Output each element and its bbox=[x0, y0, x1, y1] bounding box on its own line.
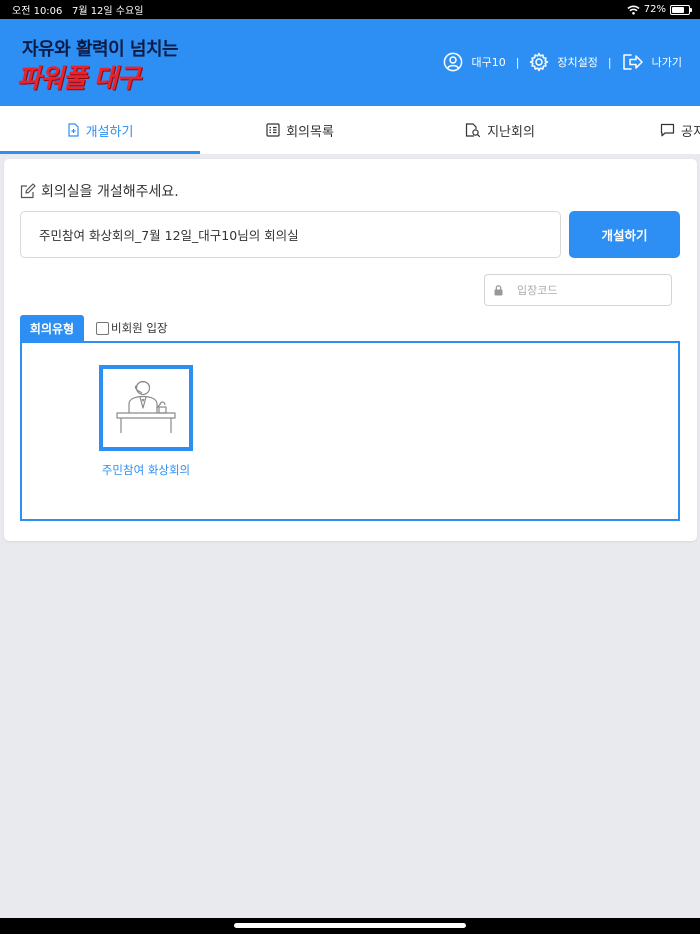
tab-notice-label: 공지 bbox=[681, 124, 700, 140]
device-settings-button[interactable]: 장치설정 bbox=[529, 52, 598, 72]
tab-past-meetings-label: 지난회의 bbox=[487, 124, 535, 140]
exit-label: 나가기 bbox=[651, 56, 682, 69]
header-separator: | bbox=[515, 55, 520, 69]
user-profile-button[interactable]: 대구10 bbox=[443, 52, 506, 72]
guest-entry-checkbox[interactable]: 비회원 입장 bbox=[96, 320, 168, 336]
meeting-type-panel: 주민참여 화상회의 bbox=[20, 341, 680, 521]
guest-entry-label: 비회원 입장 bbox=[111, 321, 168, 335]
tab-meeting-list[interactable]: 회의목록 bbox=[200, 106, 400, 154]
wifi-icon bbox=[627, 5, 640, 15]
open-meeting-button[interactable]: 개설하기 bbox=[569, 211, 680, 258]
entry-code-field[interactable] bbox=[484, 274, 672, 306]
header-menu: 대구10 | 장치설정 | 나가기 bbox=[443, 52, 682, 72]
home-indicator[interactable] bbox=[234, 923, 466, 928]
room-name-input[interactable] bbox=[20, 211, 561, 258]
create-title: 회의실을 개설해주세요. bbox=[20, 181, 179, 201]
tab-create-label: 개설하기 bbox=[85, 124, 134, 140]
edit-icon bbox=[20, 183, 36, 199]
battery-fill bbox=[672, 6, 684, 13]
user-name: 대구10 bbox=[471, 56, 506, 69]
app-header: 자유와 활력이 넘치는 파워풀 대구 대구10 | 장치설정 | 나가기 bbox=[0, 19, 700, 106]
exit-icon bbox=[622, 54, 643, 70]
device-settings-label: 장치설정 bbox=[557, 56, 598, 69]
status-time: 오전 10:06 bbox=[12, 6, 63, 17]
header-separator: | bbox=[607, 55, 612, 69]
exit-button[interactable]: 나가기 bbox=[622, 52, 682, 72]
create-meeting-card: 회의실을 개설해주세요. 개설하기 회의유형 비회원 입장 bbox=[4, 159, 697, 541]
battery-percent: 72% bbox=[643, 4, 666, 15]
lock-icon bbox=[494, 284, 503, 295]
meeting-type-item[interactable]: 주민참여 화상회의 bbox=[86, 365, 206, 478]
status-time-date: 오전 10:06 7월 12일 수요일 bbox=[12, 2, 143, 17]
status-date: 7월 12일 수요일 bbox=[71, 6, 144, 17]
user-icon bbox=[444, 52, 463, 72]
tab-meeting-list-label: 회의목록 bbox=[286, 124, 334, 140]
list-icon bbox=[266, 123, 280, 137]
status-bar: 오전 10:06 7월 12일 수요일 72% bbox=[0, 0, 700, 19]
create-title-text: 회의실을 개설해주세요. bbox=[41, 184, 179, 200]
chat-bubble-icon bbox=[660, 123, 675, 137]
tab-create[interactable]: 개설하기 bbox=[0, 106, 200, 154]
meeting-type-label: 주민참여 화상회의 bbox=[101, 463, 191, 477]
main-tabs: 개설하기 회의목록 지난회의 공지 bbox=[0, 106, 700, 154]
status-right: 72% bbox=[627, 4, 692, 15]
logo: 자유와 활력이 넘치는 파워풀 대구 bbox=[17, 35, 179, 95]
checkbox-box[interactable] bbox=[96, 321, 109, 335]
logo-name: 파워풀 대구 bbox=[17, 64, 141, 94]
tab-notice[interactable]: 공지 bbox=[660, 106, 700, 154]
speaker-podium-icon[interactable] bbox=[99, 365, 193, 451]
gear-icon bbox=[530, 52, 549, 72]
battery-icon bbox=[670, 4, 692, 15]
tab-past-meetings[interactable]: 지난회의 bbox=[400, 106, 600, 154]
meeting-type-tab[interactable]: 회의유형 bbox=[20, 315, 84, 341]
entry-code-input[interactable] bbox=[517, 283, 657, 297]
document-search-icon bbox=[465, 122, 481, 137]
file-plus-icon bbox=[67, 123, 79, 137]
